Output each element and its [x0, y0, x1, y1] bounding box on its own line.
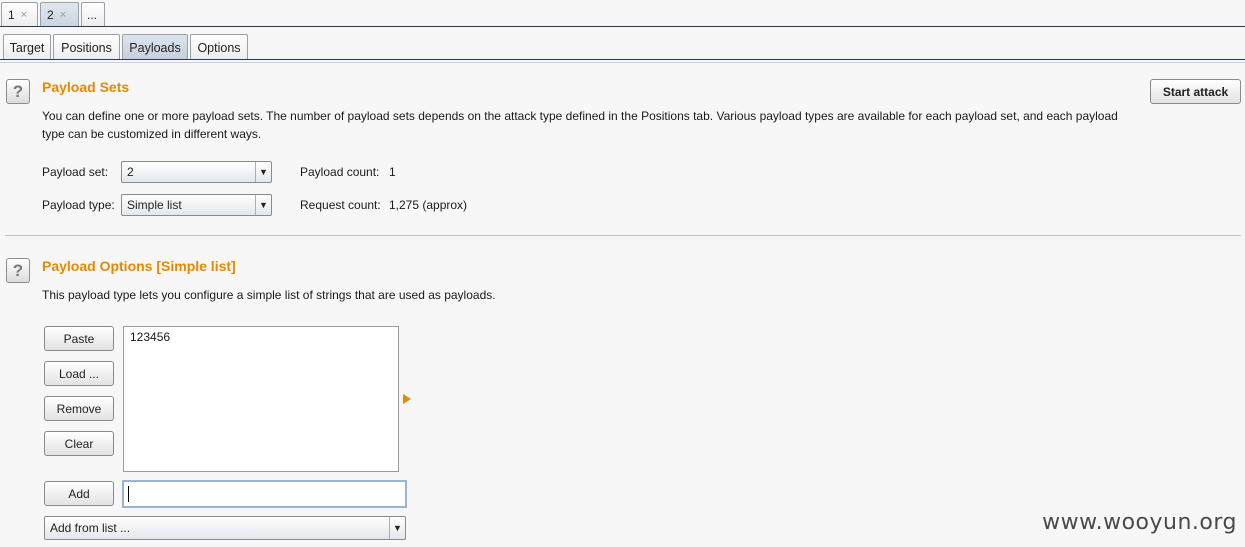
- payload-options-title: Payload Options [Simple list]: [42, 258, 236, 274]
- intruder-tabs-bar: Target Positions Payloads Options: [0, 32, 1245, 63]
- text-caret: [128, 486, 129, 502]
- help-icon[interactable]: ?: [6, 79, 30, 104]
- request-count-value: 1,275 (approx): [389, 198, 468, 212]
- description-line: type can be customized in different ways…: [42, 127, 262, 141]
- request-tab-label: 1: [8, 8, 15, 22]
- request-tabs-bar: 1 × 2 × ...: [0, 0, 1245, 27]
- chevron-down-icon: ▼: [389, 517, 405, 539]
- list-item[interactable]: 123456: [124, 327, 398, 347]
- remove-button[interactable]: Remove: [44, 396, 114, 421]
- new-tab-label: ...: [87, 8, 98, 22]
- payload-type-select[interactable]: Simple list ▼: [121, 194, 272, 216]
- close-icon[interactable]: ×: [21, 9, 27, 21]
- payload-set-label: Payload set:: [42, 165, 109, 179]
- clear-button[interactable]: Clear: [44, 431, 114, 456]
- description-line: You can define one or more payload sets.…: [42, 109, 1118, 123]
- chevron-down-icon: ▼: [255, 195, 271, 215]
- payload-sets-description: You can define one or more payload sets.…: [42, 107, 1152, 143]
- help-icon[interactable]: ?: [6, 258, 30, 283]
- expand-arrow-icon[interactable]: [403, 394, 411, 404]
- new-tab-button[interactable]: ...: [81, 2, 105, 27]
- tab-target[interactable]: Target: [3, 34, 51, 60]
- add-payload-input[interactable]: [122, 480, 407, 508]
- chevron-down-icon: ▼: [255, 162, 271, 182]
- add-from-list-select[interactable]: Add from list ... ▼: [44, 516, 406, 540]
- payload-count-value: 1: [389, 165, 396, 179]
- request-tab-2[interactable]: 2 ×: [40, 2, 79, 27]
- add-from-list-label: Add from list ...: [50, 521, 131, 535]
- payload-type-label: Payload type:: [42, 198, 115, 212]
- watermark-text: www.wooyun.org: [1042, 510, 1237, 535]
- payload-count-label: Payload count:: [300, 165, 380, 179]
- tab-divider: [0, 26, 1245, 27]
- payload-options-description: This payload type lets you configure a s…: [42, 288, 496, 302]
- payload-sets-title: Payload Sets: [42, 79, 130, 95]
- tab-payloads[interactable]: Payloads: [122, 34, 188, 60]
- tab-divider: [0, 59, 1245, 60]
- load-button[interactable]: Load ...: [44, 361, 114, 386]
- tab-positions[interactable]: Positions: [53, 34, 120, 60]
- add-button[interactable]: Add: [44, 481, 114, 506]
- start-attack-button[interactable]: Start attack: [1150, 79, 1241, 104]
- section-divider: [5, 235, 1241, 236]
- tab-divider: [0, 62, 1245, 63]
- request-tab-label: 2: [47, 8, 54, 22]
- payload-set-select[interactable]: 2 ▼: [121, 161, 272, 183]
- tab-options[interactable]: Options: [190, 34, 248, 60]
- request-tab-1[interactable]: 1 ×: [1, 2, 38, 27]
- payload-set-value: 2: [127, 165, 134, 179]
- close-icon[interactable]: ×: [60, 9, 66, 21]
- payload-type-value: Simple list: [127, 198, 182, 212]
- paste-button[interactable]: Paste: [44, 326, 114, 351]
- request-count-label: Request count:: [300, 198, 381, 212]
- payload-list[interactable]: 123456: [123, 326, 399, 472]
